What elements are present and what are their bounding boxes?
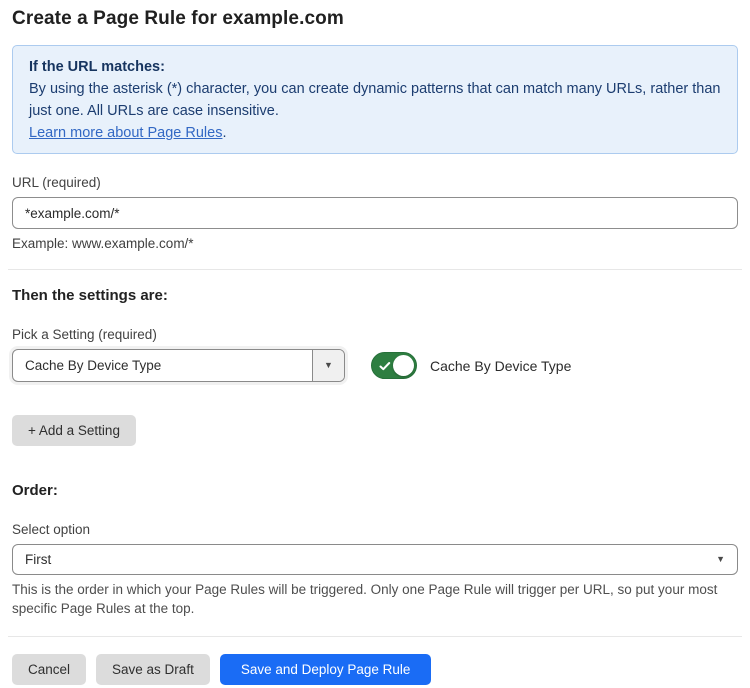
order-select[interactable]: First ▼ — [12, 544, 738, 575]
settings-section-heading: Then the settings are: — [12, 287, 738, 304]
learn-more-link[interactable]: Learn more about Page Rules — [29, 125, 222, 141]
save-as-draft-button[interactable]: Save as Draft — [96, 654, 210, 685]
save-and-deploy-button[interactable]: Save and Deploy Page Rule — [220, 654, 432, 685]
order-select-value: First — [25, 552, 51, 567]
chevron-down-icon: ▼ — [324, 361, 333, 370]
info-box-heading: If the URL matches: — [29, 56, 721, 78]
create-page-rule-form: Create a Page Rule for example.com If th… — [0, 0, 750, 685]
info-box-body: By using the asterisk (*) character, you… — [29, 78, 721, 122]
cancel-button[interactable]: Cancel — [12, 654, 86, 685]
cache-by-device-type-toggle[interactable] — [371, 352, 417, 379]
toggle-knob — [393, 355, 414, 376]
section-divider — [8, 269, 742, 270]
check-icon — [379, 360, 391, 372]
url-match-info-box: If the URL matches: By using the asteris… — [12, 45, 738, 154]
footer-divider — [8, 636, 742, 637]
footer-actions: Cancel Save as Draft Save and Deploy Pag… — [12, 654, 738, 685]
order-help-text: This is the order in which your Page Rul… — [12, 581, 738, 618]
chevron-down-icon: ▼ — [716, 555, 725, 564]
url-input[interactable] — [12, 197, 738, 229]
info-box-link-line: Learn more about Page Rules. — [29, 122, 721, 144]
url-example-text: Example: www.example.com/* — [12, 236, 738, 251]
setting-select-value: Cache By Device Type — [13, 350, 312, 381]
setting-select[interactable]: Cache By Device Type ▼ — [12, 349, 345, 382]
add-setting-button[interactable]: + Add a Setting — [12, 415, 136, 446]
toggle-label: Cache By Device Type — [430, 358, 571, 374]
order-select-label: Select option — [12, 522, 738, 537]
url-field-label: URL (required) — [12, 175, 738, 190]
order-section-heading: Order: — [12, 482, 738, 499]
page-title: Create a Page Rule for example.com — [12, 8, 738, 30]
setting-select-arrow-button[interactable]: ▼ — [312, 350, 344, 381]
pick-setting-label: Pick a Setting (required) — [12, 327, 738, 342]
link-suffix: . — [222, 125, 226, 141]
setting-row: Cache By Device Type ▼ Cache By Device T… — [12, 349, 738, 382]
